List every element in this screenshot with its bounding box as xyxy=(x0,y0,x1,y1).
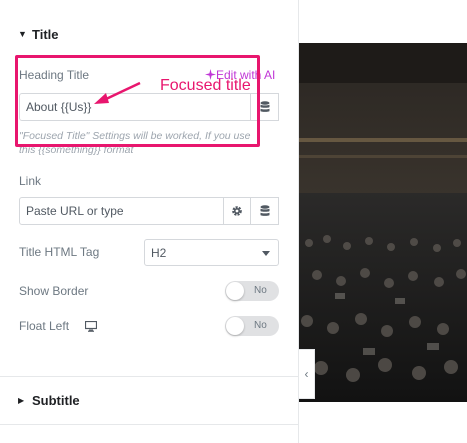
database-icon xyxy=(260,205,269,216)
subtitle-section-header[interactable]: ▶ Subtitle xyxy=(0,378,299,422)
subtitle-section-label: Subtitle xyxy=(32,392,80,408)
html-tag-label: Title HTML Tag xyxy=(19,245,100,259)
html-tag-select[interactable]: H2 xyxy=(144,239,279,266)
annotation-label: Focused title xyxy=(160,77,251,94)
heading-title-help-text: "Focused Title" Settings will be worked,… xyxy=(19,130,251,156)
title-section-label: Title xyxy=(32,26,59,42)
editor-panel: ▼ Title Heading Title Edit with AI "Focu… xyxy=(0,0,299,443)
heading-title-field xyxy=(19,93,279,121)
chevron-left-icon: ‹ xyxy=(304,367,309,381)
heading-title-label: Heading Title xyxy=(19,68,90,82)
section-divider xyxy=(0,376,299,377)
switch-knob xyxy=(226,282,244,300)
collapse-panel-button[interactable]: ‹ xyxy=(299,349,315,399)
database-icon xyxy=(260,101,269,112)
dynamic-tags-button[interactable] xyxy=(250,93,279,121)
dropdown-arrow-icon xyxy=(262,251,270,256)
show-border-switch[interactable]: No xyxy=(225,281,279,301)
section-divider xyxy=(0,424,299,425)
annotation-arrow-icon xyxy=(94,81,141,104)
link-label: Link xyxy=(19,174,42,188)
switch-knob xyxy=(226,317,244,335)
show-border-state: No xyxy=(254,285,267,296)
title-section-header[interactable]: ▼ Title xyxy=(0,12,299,56)
link-field xyxy=(19,197,279,225)
preview-photo xyxy=(299,43,467,402)
html-tag-value: H2 xyxy=(151,245,167,260)
caret-right-icon: ▶ xyxy=(18,395,25,405)
heading-title-input[interactable] xyxy=(20,94,278,120)
caret-down-icon: ▼ xyxy=(18,29,27,39)
show-border-label: Show Border xyxy=(19,284,89,298)
desktop-icon[interactable] xyxy=(84,319,98,337)
link-options-button[interactable] xyxy=(223,197,251,225)
float-left-switch[interactable]: No xyxy=(225,316,279,336)
gear-icon xyxy=(232,206,242,216)
float-left-label: Float Left xyxy=(19,319,70,333)
link-dynamic-tags-button[interactable] xyxy=(250,197,279,225)
float-left-state: No xyxy=(254,320,267,331)
